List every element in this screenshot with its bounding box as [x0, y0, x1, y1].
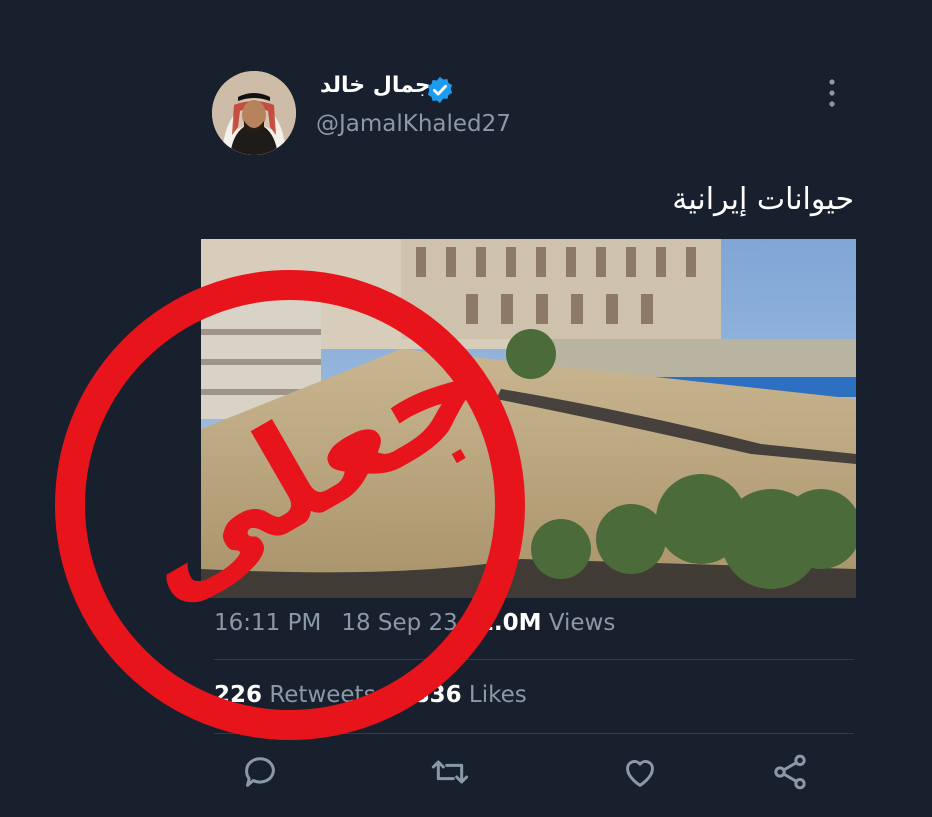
likes-label: Likes [468, 682, 527, 708]
display-name[interactable]: جمال خالد [320, 73, 431, 98]
reply-icon[interactable] [240, 752, 280, 792]
divider [214, 659, 854, 660]
like-icon[interactable] [620, 752, 660, 792]
divider [214, 733, 854, 734]
retweets-stat[interactable]: 226 Retweets [214, 682, 376, 708]
share-icon[interactable] [770, 752, 810, 792]
likes-stat[interactable]: 836 Likes [414, 682, 527, 708]
tweet-time: 16:11 PM [214, 610, 322, 636]
tweet-text: حيوانات إيرانية [672, 182, 854, 217]
retweet-icon[interactable] [430, 752, 470, 792]
avatar[interactable] [212, 71, 296, 155]
views-count: 1.0M [477, 610, 542, 636]
user-handle[interactable]: @JamalKhaled27 [316, 111, 511, 137]
retweets-label: Retweets [269, 682, 376, 708]
likes-count: 836 [413, 682, 462, 708]
tweet-date: 18 Sep 23 [341, 610, 458, 636]
more-vertical-icon[interactable] [820, 76, 844, 110]
retweets-count: 226 [214, 682, 263, 708]
views-label: Views [548, 610, 616, 636]
tweet-meta: 16:11 PM 18 Sep 23 1.0M Views [214, 610, 615, 636]
tweet-stats: 226 Retweets 836 Likes [214, 682, 527, 708]
verified-icon [427, 76, 453, 104]
